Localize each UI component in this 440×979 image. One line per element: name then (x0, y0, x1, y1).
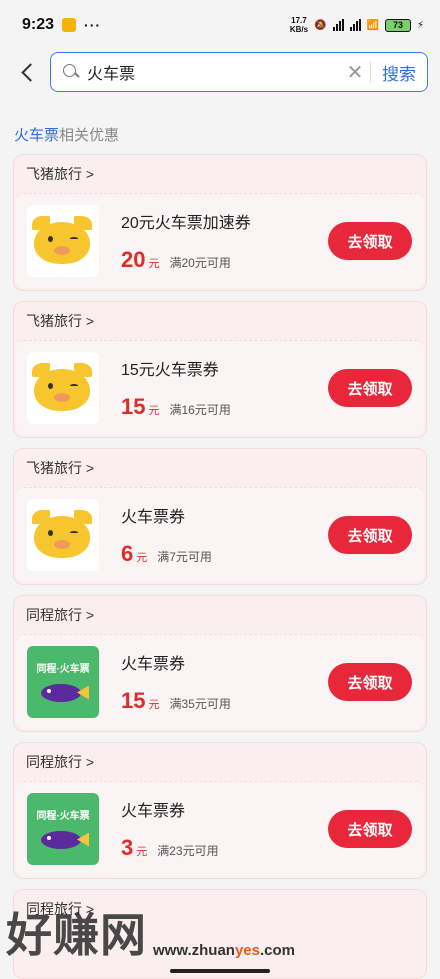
charging-icon: ⚡ (416, 19, 424, 31)
watermark-url-c: .com (259, 942, 295, 959)
coupon-title: 20元火车票加速券 (121, 215, 251, 232)
coupon-amount: 15 (121, 688, 146, 713)
signal-icon-2 (349, 19, 361, 31)
tongcheng-logo-text: 同程·火车票 (36, 663, 90, 675)
coupon-info: 20元火车票加速券 20 元 满20元可用 (99, 209, 328, 273)
app-notification-icon (62, 18, 77, 32)
watermark-url-a: www.zhuan (153, 942, 235, 959)
claim-button[interactable]: 去领取 (328, 663, 412, 701)
fliggy-pig-logo (27, 352, 99, 424)
mute-bell-icon: 🔕 (314, 19, 327, 31)
vendor-link[interactable]: 同程旅行 > (14, 596, 426, 634)
claim-button[interactable]: 去领取 (328, 222, 412, 260)
section-suffix: 相关优惠 (59, 127, 120, 144)
search-box[interactable]: ✕ 搜索 (50, 52, 428, 92)
watermark-logo-text: 好赚网 (6, 909, 147, 961)
coupon-info: 火车票券 6 元 满7元可用 (99, 503, 328, 567)
coupon-unit: 元 (136, 552, 148, 564)
coupon-unit: 元 (148, 258, 160, 270)
net-speed-unit: KB/s (289, 25, 309, 34)
coupon-card: 飞猪旅行 > 火车票券 6 元 满7元可用 去领取 (13, 448, 427, 585)
status-time: 9:23 (22, 16, 55, 33)
search-button[interactable]: 搜索 (371, 60, 427, 85)
vendor-link[interactable]: 同程旅行 > (14, 743, 426, 781)
more-notifications-icon: ··· (84, 17, 102, 33)
tongcheng-logo-text: 同程·火车票 (36, 810, 90, 822)
chevron-left-icon (20, 62, 40, 82)
claim-button[interactable]: 去领取 (328, 369, 412, 407)
coupon-body: 火车票券 6 元 满7元可用 去领取 (16, 487, 424, 582)
status-bar: 9:23 ··· 17.7 KB/s 🔕 📶 73 ⚡ (0, 0, 440, 50)
section-keyword: 火车票 (14, 127, 60, 144)
close-icon[interactable]: ✕ (340, 57, 370, 87)
claim-button[interactable]: 去领取 (328, 516, 412, 554)
coupon-body: 同程·火车票 火车票券 3 元 满23元可用 去领取 (16, 781, 424, 876)
site-watermark: 好赚网 www.zhuanyes.com (6, 899, 295, 965)
net-speed: 17.7 KB/s (290, 16, 308, 34)
fliggy-pig-logo (27, 205, 99, 277)
coupon-condition: 满16元可用 (169, 403, 231, 417)
tongcheng-logo: 同程·火车票 (27, 646, 99, 718)
coupon-info: 火车票券 3 元 满23元可用 (99, 797, 328, 861)
claim-button[interactable]: 去领取 (328, 810, 412, 848)
coupon-condition: 满35元可用 (169, 697, 231, 711)
coupon-title: 火车票券 (121, 656, 186, 673)
coupon-card: 飞猪旅行 > 20元火车票加速券 20 元 满20元可用 去领取 (13, 154, 427, 291)
home-indicator[interactable] (170, 969, 270, 973)
coupon-amount: 6 (121, 541, 134, 566)
tongcheng-logo: 同程·火车票 (27, 793, 99, 865)
signal-icon (332, 19, 344, 31)
coupon-title: 15元火车票券 (121, 362, 219, 379)
coupon-card: 同程旅行 > 同程·火车票 火车票券 3 元 满23元可用 去领取 (13, 742, 427, 879)
vendor-link[interactable]: 飞猪旅行 > (14, 449, 426, 487)
fliggy-pig-logo (27, 499, 99, 571)
coupon-amount: 3 (121, 835, 134, 860)
coupon-info: 火车票券 15 元 满35元可用 (99, 650, 328, 714)
coupon-condition: 满23元可用 (157, 844, 219, 858)
back-button[interactable] (14, 54, 40, 90)
watermark-url-b: yes (234, 942, 260, 959)
vendor-link[interactable]: 飞猪旅行 > (14, 155, 426, 193)
coupon-unit: 元 (136, 846, 148, 858)
watermark-url: www.zhuanyes.com (153, 942, 295, 959)
coupon-body: 20元火车票加速券 20 元 满20元可用 去领取 (16, 193, 424, 288)
coupon-card: 飞猪旅行 > 15元火车票券 15 元 满16元可用 去领取 (13, 301, 427, 438)
battery-icon: 73 (384, 18, 411, 32)
coupon-condition: 满20元可用 (169, 256, 231, 270)
vendor-link[interactable]: 飞猪旅行 > (14, 302, 426, 340)
section-title: 火车票相关优惠 (0, 124, 440, 144)
wifi-icon: 📶 (366, 19, 379, 31)
coupon-info: 15元火车票券 15 元 满16元可用 (99, 356, 328, 420)
coupon-unit: 元 (148, 405, 160, 417)
coupon-amount: 15 (121, 394, 146, 419)
coupon-title: 火车票券 (121, 509, 186, 526)
battery-level: 73 (392, 20, 403, 30)
coupon-condition: 满7元可用 (157, 550, 212, 564)
coupon-body: 15元火车票券 15 元 满16元可用 去领取 (16, 340, 424, 435)
coupon-list: 飞猪旅行 > 20元火车票加速券 20 元 满20元可用 去领取 飞猪旅行 > (0, 144, 440, 979)
coupon-amount: 20 (121, 247, 146, 272)
search-input[interactable] (87, 63, 340, 81)
net-speed-value: 17.7 (291, 16, 307, 25)
search-header: ✕ 搜索 (0, 50, 440, 94)
search-icon (63, 64, 79, 80)
coupon-title: 火车票券 (121, 803, 186, 820)
coupon-unit: 元 (148, 699, 160, 711)
coupon-card: 同程旅行 > 同程·火车票 火车票券 15 元 满35元可用 去领取 (13, 595, 427, 732)
coupon-body: 同程·火车票 火车票券 15 元 满35元可用 去领取 (16, 634, 424, 729)
